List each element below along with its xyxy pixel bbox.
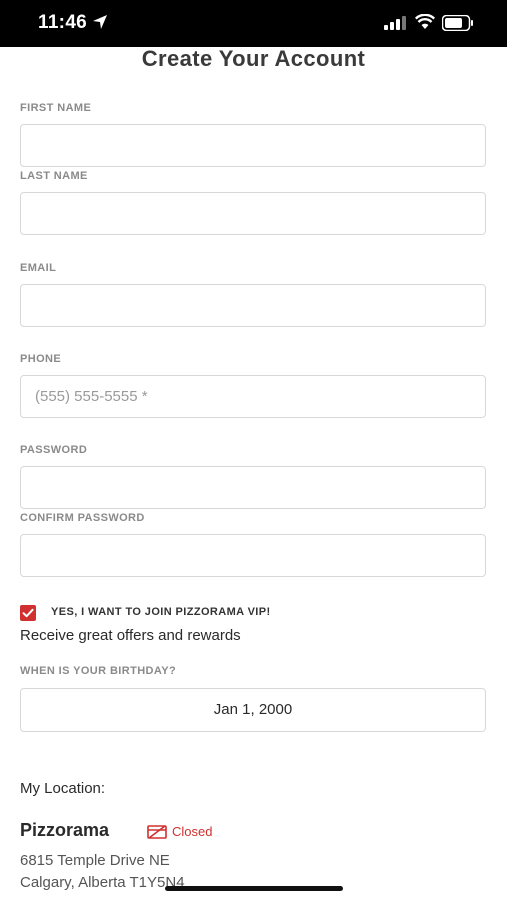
status-time: 11:46	[38, 12, 88, 33]
password-field[interactable]	[20, 466, 486, 509]
confirm-password-field[interactable]	[20, 534, 486, 577]
email-field[interactable]	[20, 284, 486, 327]
location-heading: My Location:	[20, 780, 106, 797]
home-indicator[interactable]	[165, 886, 343, 891]
birthday-value: Jan 1, 2000	[213, 701, 293, 718]
store-closed-icon	[147, 825, 167, 839]
store-name: Pizzorama	[20, 820, 110, 840]
last-name-field[interactable]	[20, 192, 486, 235]
store-status: Closed	[172, 824, 213, 839]
phone-label: PHONE	[20, 353, 62, 365]
confirm-password-label: CONFIRM PASSWORD	[20, 512, 145, 524]
address-line-1: 6815 Temple Drive NE	[20, 852, 170, 869]
email-label: EMAIL	[20, 262, 57, 274]
cellular-signal-icon	[384, 16, 406, 30]
first-name-label: FIRST NAME	[20, 102, 92, 114]
birthday-field[interactable]: Jan 1, 2000	[20, 688, 486, 732]
battery-icon	[442, 15, 473, 31]
page-title: Create Your Account	[141, 46, 366, 71]
vip-checkbox[interactable]	[20, 605, 36, 621]
phone-field[interactable]: (555) 555-5555 *	[20, 375, 486, 418]
phone-placeholder: (555) 555-5555 *	[35, 388, 148, 405]
wifi-icon	[415, 14, 435, 29]
first-name-field[interactable]	[20, 124, 486, 167]
birthday-label: WHEN IS YOUR BIRTHDAY?	[20, 665, 177, 677]
password-label: PASSWORD	[20, 444, 88, 456]
checkmark-icon	[22, 608, 34, 618]
address-line-2: Calgary, Alberta T1Y5N4	[20, 874, 185, 891]
vip-checkbox-label[interactable]: YES, I WANT TO JOIN PIZZORAMA VIP!	[51, 606, 271, 618]
status-bar: 11:46	[0, 0, 507, 47]
last-name-label: LAST NAME	[20, 170, 88, 182]
location-arrow-icon	[93, 15, 107, 29]
vip-subtext: Receive great offers and rewards	[20, 627, 241, 644]
